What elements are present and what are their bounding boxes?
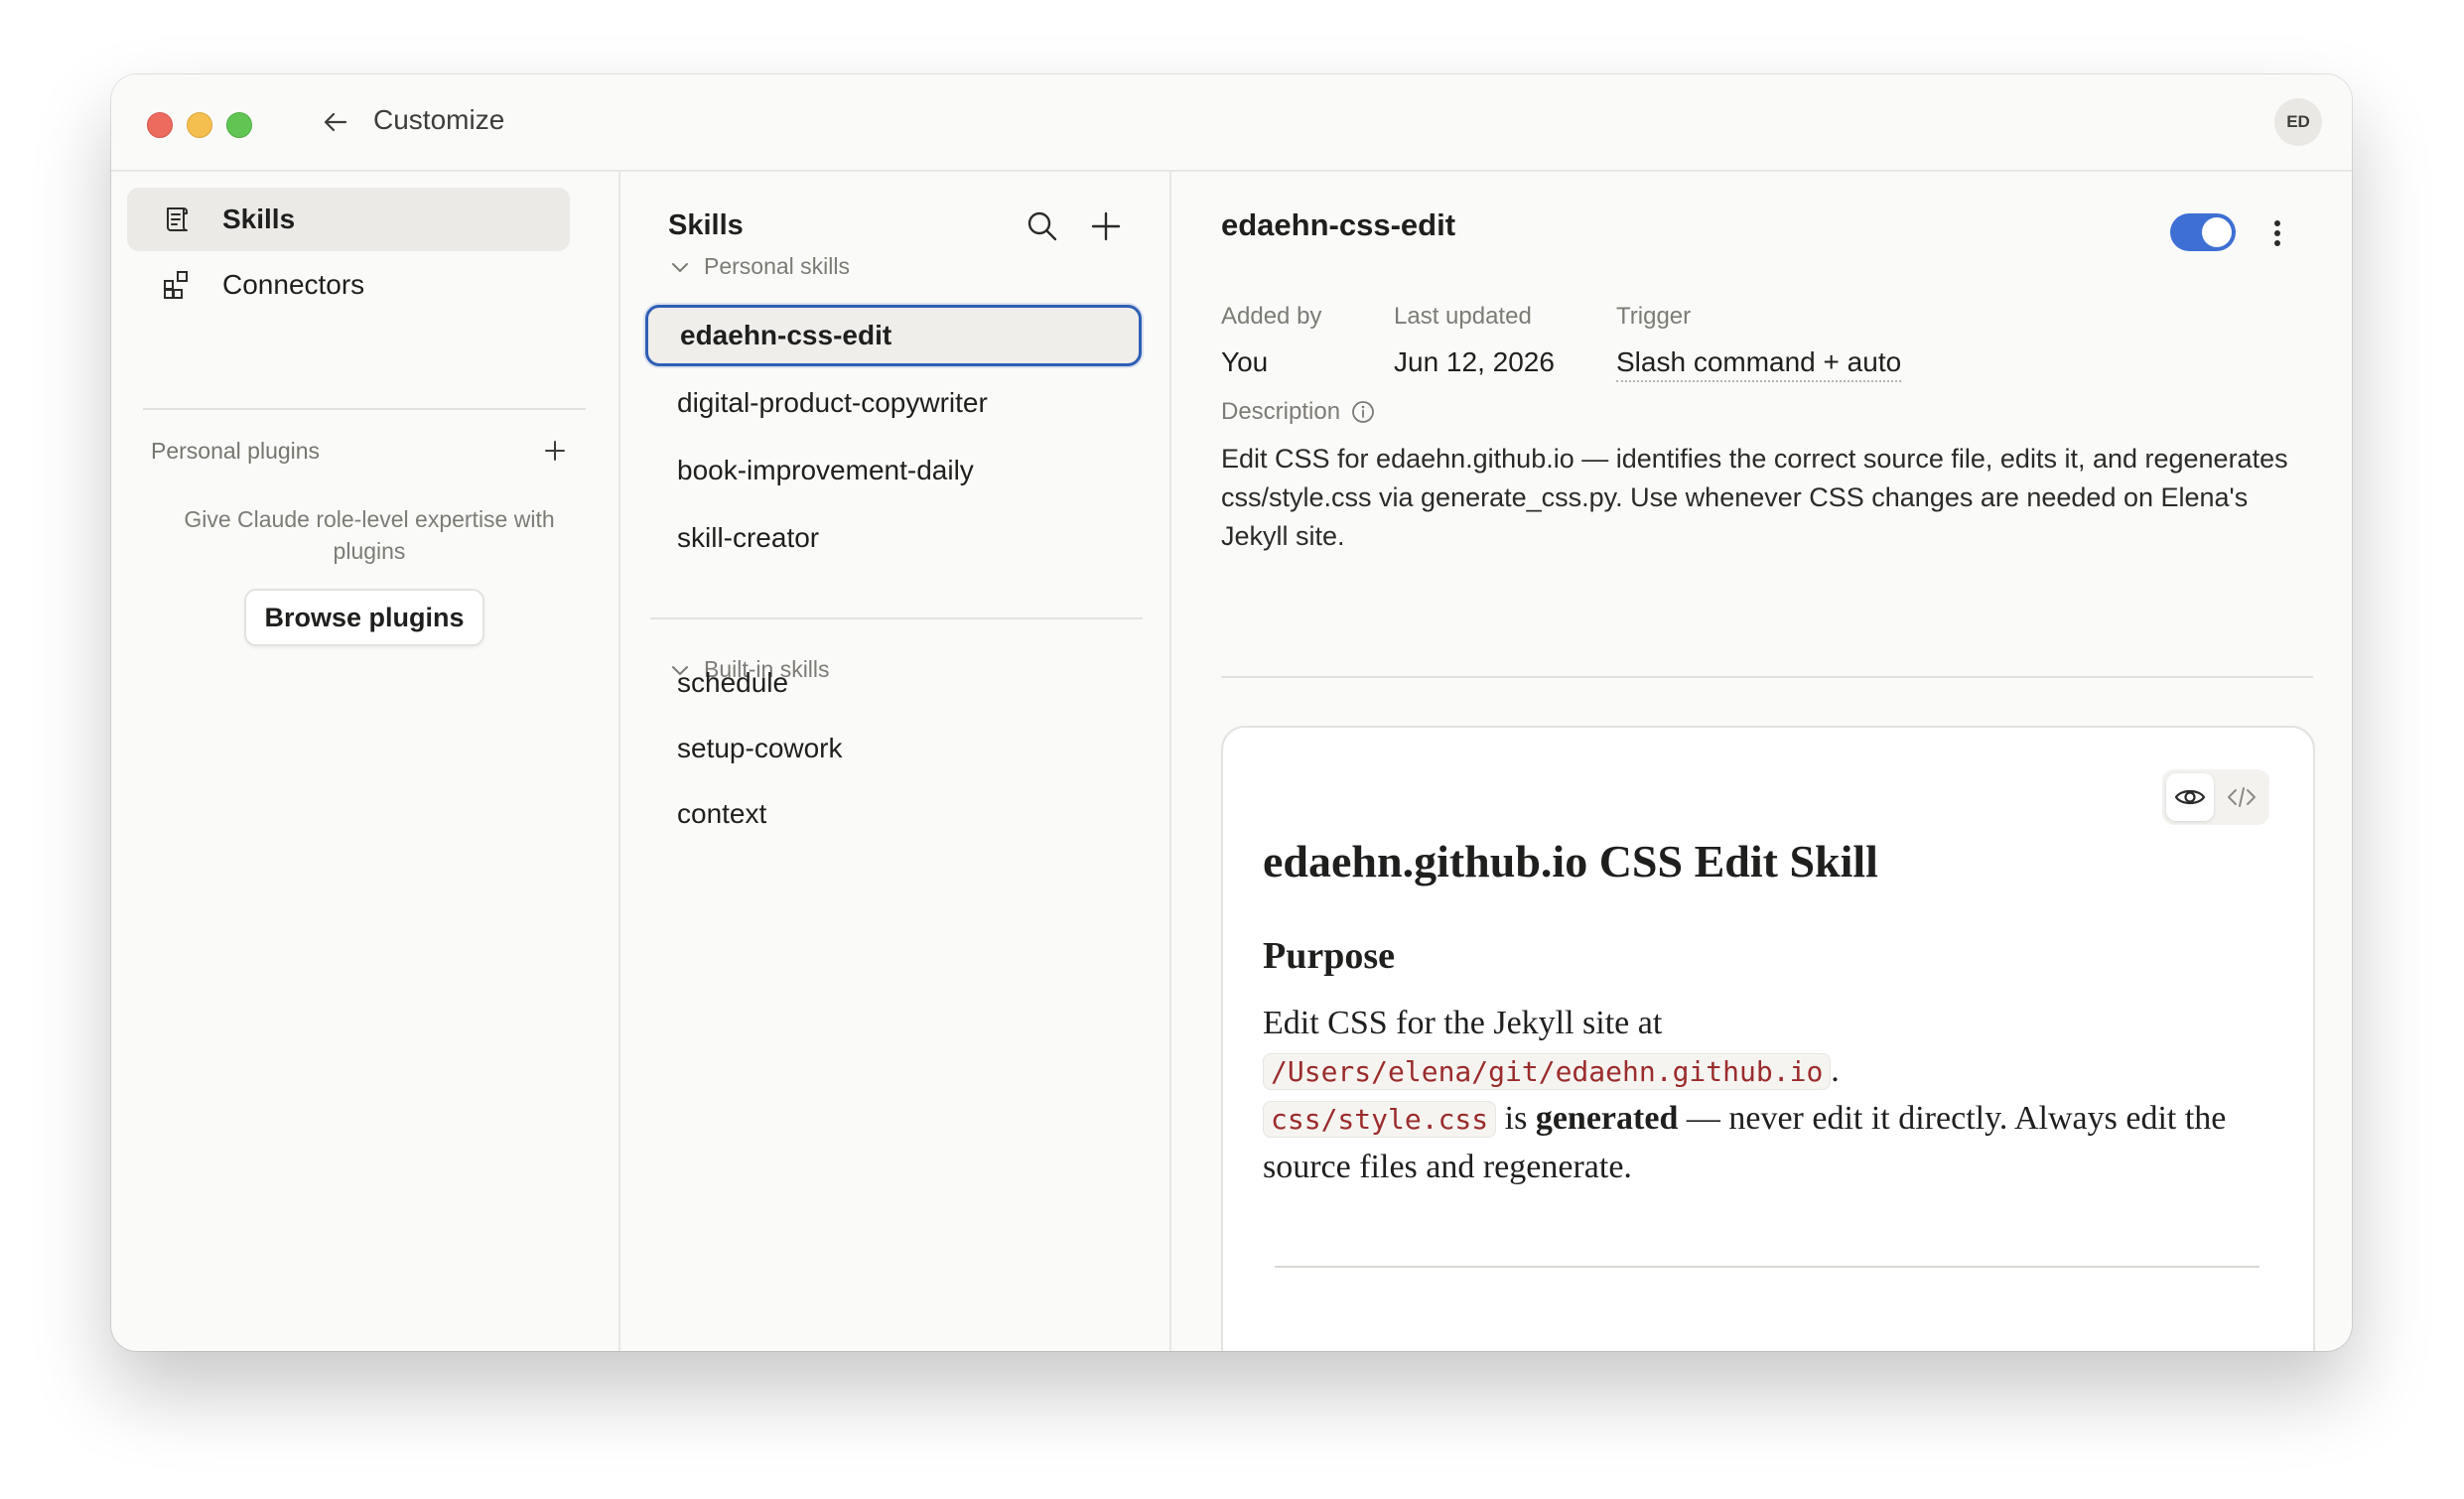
skill-item-context[interactable]: context	[645, 783, 1142, 845]
view-mode-toggle	[2162, 769, 2269, 825]
skill-item-edaehn-css-edit[interactable]: edaehn-css-edit	[645, 305, 1142, 366]
nav-divider	[143, 408, 586, 410]
inline-code: /Users/elena/git/edaehn.github.io	[1263, 1053, 1832, 1090]
skills-list-title: Skills	[668, 209, 744, 241]
preview-mode-button[interactable]	[2166, 773, 2214, 821]
scroll-icon	[167, 207, 188, 231]
search-icon[interactable]	[1024, 207, 1061, 245]
preview-rule	[1275, 1266, 2259, 1268]
paragraph-text: Edit CSS for the Jekyll site at	[1263, 1005, 1663, 1041]
add-skill-icon[interactable]	[1087, 207, 1125, 245]
description-label-text: Description	[1221, 398, 1341, 425]
title-bar: Customize ED	[111, 74, 2352, 172]
trigger-value[interactable]: Slash command + auto	[1616, 346, 1902, 382]
chevron-down-icon	[672, 262, 688, 272]
description-label: Description	[1221, 398, 1376, 426]
skill-item-schedule[interactable]: schedule	[645, 652, 1142, 714]
back-arrow-icon[interactable]	[318, 104, 353, 140]
nav-item-skills[interactable]: Skills	[127, 188, 570, 251]
window-title: Customize	[373, 104, 505, 135]
preview-paragraph-2: css/style.css is generated — never edit …	[1263, 1095, 2265, 1191]
paragraph-text: .	[1831, 1052, 1840, 1089]
toggle-knob	[2202, 217, 2232, 247]
window-close-button[interactable]	[147, 112, 173, 138]
nav-item-connectors[interactable]: Connectors	[127, 253, 570, 317]
skill-item-skill-creator[interactable]: skill-creator	[645, 507, 1142, 569]
source-mode-button[interactable]	[2218, 773, 2265, 821]
last-updated-label: Last updated	[1394, 303, 1532, 330]
preview-paragraph-1: Edit CSS for the Jekyll site at /Users/e…	[1263, 1000, 2265, 1096]
app-window: Customize ED Skills Connectors Personal …	[111, 74, 2352, 1351]
section-label: Personal skills	[704, 253, 850, 279]
window-minimize-button[interactable]	[187, 112, 212, 138]
last-updated-value: Jun 12, 2026	[1394, 346, 1555, 377]
trigger-label: Trigger	[1616, 303, 1692, 330]
skills-list-panel: Skills Personal skills edaehn-css-edit d…	[620, 172, 1171, 1351]
preview-heading-1: edaehn.github.io CSS Edit Skill	[1263, 836, 1878, 886]
added-by-label: Added by	[1221, 303, 1322, 330]
skill-title: edaehn-css-edit	[1221, 207, 1456, 242]
list-divider	[650, 617, 1143, 619]
window-maximize-button[interactable]	[226, 112, 252, 138]
detail-divider	[1221, 676, 2313, 678]
skill-item-book-improvement-daily[interactable]: book-improvement-daily	[645, 440, 1142, 501]
connectors-icon	[164, 271, 188, 299]
description-text: Edit CSS for edaehn.github.io — identifi…	[1221, 444, 2288, 551]
nav-item-label: Skills	[222, 204, 296, 234]
settings-nav: Skills Connectors Personal plugins Give …	[111, 172, 620, 1351]
paragraph-bold: generated	[1535, 1100, 1679, 1137]
skill-detail-panel: edaehn-css-edit Added by You Last update…	[1171, 172, 2352, 1351]
plugins-hint: Give Claude role-level expertise with pl…	[184, 506, 555, 564]
paragraph-text: is	[1504, 1100, 1528, 1137]
personal-plugins-heading: Personal plugins	[151, 438, 321, 464]
browse-plugins-button[interactable]: Browse plugins	[244, 589, 484, 646]
skill-item-digital-product-copywriter[interactable]: digital-product-copywriter	[645, 372, 1142, 434]
preview-heading-2: Purpose	[1263, 935, 1395, 977]
code-icon	[2228, 787, 2256, 807]
user-avatar[interactable]: ED	[2274, 98, 2322, 146]
nav-item-label: Connectors	[222, 269, 365, 300]
inline-code: css/style.css	[1263, 1101, 1497, 1138]
skill-preview-card: edaehn.github.io CSS Edit Skill Purpose …	[1221, 726, 2315, 1351]
personal-skills-heading[interactable]: Personal skills	[668, 253, 850, 280]
add-plugin-icon[interactable]	[540, 436, 570, 466]
info-icon[interactable]	[1350, 399, 1376, 425]
more-options-icon[interactable]	[2267, 215, 2287, 251]
skill-enabled-toggle[interactable]	[2170, 213, 2236, 251]
skill-item-setup-cowork[interactable]: setup-cowork	[645, 718, 1142, 779]
added-by-value: You	[1221, 346, 1269, 377]
eye-icon	[2174, 789, 2206, 805]
